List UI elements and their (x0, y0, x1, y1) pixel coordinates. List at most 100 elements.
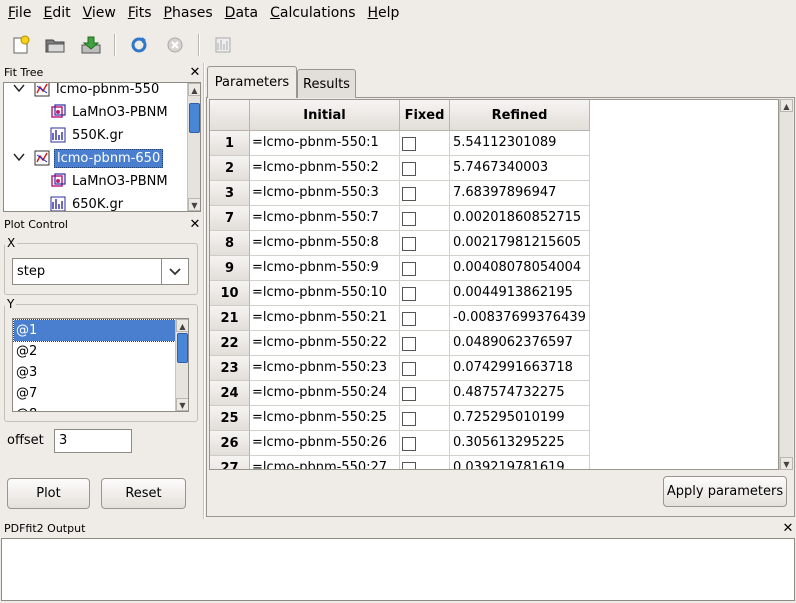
new-icon[interactable] (8, 33, 34, 57)
scroll-thumb[interactable] (189, 103, 200, 133)
menu-view[interactable]: View (77, 1, 122, 25)
table-row[interactable]: 21 =lcmo-pbnm-550:21 -0.00837699376439 (210, 306, 590, 331)
scroll-up-icon[interactable]: ▲ (176, 319, 188, 332)
plot-button[interactable]: Plot (7, 478, 90, 509)
y-list-item[interactable]: @1 (13, 319, 176, 342)
y-list-scrollbar[interactable]: ▲ ▼ (175, 319, 188, 411)
refresh-icon[interactable] (126, 33, 152, 57)
refined-cell[interactable]: 0.0044913862195 (450, 281, 590, 306)
y-list-item[interactable]: @2 (14, 341, 175, 362)
refined-cell[interactable]: 5.54112301089 (450, 131, 590, 156)
tree-item[interactable]: lcmo-pbnm-550 (12, 83, 161, 100)
initial-cell[interactable]: =lcmo-pbnm-550:2 (250, 156, 400, 181)
initial-cell[interactable]: =lcmo-pbnm-550:27 (250, 456, 400, 469)
initial-cell[interactable]: =lcmo-pbnm-550:8 (250, 231, 400, 256)
table-row[interactable]: 25 =lcmo-pbnm-550:25 0.725295010199 (210, 406, 590, 431)
row-header[interactable]: 25 (210, 406, 250, 431)
tab-results[interactable]: Results (297, 69, 356, 98)
fixed-checkbox[interactable] (402, 212, 416, 226)
initial-cell[interactable]: =lcmo-pbnm-550:22 (250, 331, 400, 356)
close-icon[interactable]: ✕ (189, 218, 201, 231)
refined-cell[interactable]: 0.00201860852715 (450, 206, 590, 231)
fixed-checkbox[interactable] (402, 412, 416, 426)
table-row[interactable]: 24 =lcmo-pbnm-550:24 0.487574732275 (210, 381, 590, 406)
fixed-checkbox[interactable] (402, 387, 416, 401)
refined-cell[interactable]: 0.00408078054004 (450, 256, 590, 281)
apply-parameters-button[interactable]: Apply parameters (663, 476, 787, 507)
table-row[interactable]: 9 =lcmo-pbnm-550:9 0.00408078054004 (210, 256, 590, 281)
table-row[interactable]: 3 =lcmo-pbnm-550:3 7.68397896947 (210, 181, 590, 206)
scroll-up-icon[interactable]: ▲ (188, 83, 200, 96)
fixed-checkbox[interactable] (402, 137, 416, 151)
row-header[interactable]: 10 (210, 281, 250, 306)
stop-icon[interactable] (162, 33, 188, 57)
row-header[interactable]: 27 (210, 456, 250, 469)
table-row[interactable]: 10 =lcmo-pbnm-550:10 0.0044913862195 (210, 281, 590, 306)
tab-parameters[interactable]: Parameters (207, 66, 297, 98)
table-row[interactable]: 8 =lcmo-pbnm-550:8 0.00217981215605 (210, 231, 590, 256)
close-icon[interactable]: ✕ (189, 66, 201, 79)
refined-cell[interactable]: 0.0489062376597 (450, 331, 590, 356)
menu-calculations[interactable]: Calculations (264, 1, 361, 25)
initial-cell[interactable]: =lcmo-pbnm-550:7 (250, 206, 400, 231)
initial-cell[interactable]: =lcmo-pbnm-550:21 (250, 306, 400, 331)
tree-item[interactable]: lcmo-pbnm-650 (12, 147, 164, 169)
row-header[interactable]: 26 (210, 431, 250, 456)
table-scrollbar[interactable]: ▲ ▼ (779, 99, 793, 470)
row-header[interactable]: 1 (210, 131, 250, 156)
row-header[interactable]: 8 (210, 231, 250, 256)
table-row[interactable]: 2 =lcmo-pbnm-550:2 5.7467340003 (210, 156, 590, 181)
scroll-down-icon[interactable]: ▼ (188, 198, 200, 211)
menu-phases[interactable]: Phases (158, 1, 219, 25)
initial-cell[interactable]: =lcmo-pbnm-550:10 (250, 281, 400, 306)
refined-cell[interactable]: 7.68397896947 (450, 181, 590, 206)
fixed-checkbox[interactable] (402, 312, 416, 326)
initial-cell[interactable]: =lcmo-pbnm-550:25 (250, 406, 400, 431)
column-header-fixed[interactable]: Fixed (400, 100, 450, 131)
menu-data[interactable]: Data (219, 1, 264, 25)
table-row[interactable]: 23 =lcmo-pbnm-550:23 0.0742991663718 (210, 356, 590, 381)
y-list[interactable]: @1@2@3@7@8 ▲ ▼ (12, 318, 189, 412)
refined-cell[interactable]: 0.039219781619 (450, 456, 590, 469)
open-icon[interactable] (42, 33, 68, 57)
tree-item[interactable]: LaMnO3-PBNM (50, 101, 170, 123)
refined-cell[interactable]: 5.7467340003 (450, 156, 590, 181)
chevron-down-icon[interactable] (161, 259, 188, 284)
x-select[interactable]: step (12, 258, 189, 285)
scroll-up-icon[interactable]: ▲ (780, 99, 793, 112)
scroll-thumb[interactable] (177, 333, 188, 363)
menu-edit[interactable]: Edit (37, 1, 76, 25)
fixed-checkbox[interactable] (402, 287, 416, 301)
fixed-checkbox[interactable] (402, 162, 416, 176)
tree-scrollbar[interactable]: ▲ ▼ (187, 83, 200, 211)
fixed-checkbox[interactable] (402, 262, 416, 276)
refined-cell[interactable]: -0.00837699376439 (450, 306, 590, 331)
parameters-table[interactable]: Initial Fixed Refined 1 =lcmo-pbnm-550:1 5… (209, 99, 779, 470)
refined-cell[interactable]: 0.0742991663718 (450, 356, 590, 381)
tree-item[interactable]: 550K.gr (50, 124, 125, 146)
y-list-item[interactable]: @7 (14, 383, 175, 404)
row-header[interactable]: 24 (210, 381, 250, 406)
row-header[interactable]: 7 (210, 206, 250, 231)
menu-help[interactable]: Help (362, 1, 406, 25)
table-row[interactable]: 1 =lcmo-pbnm-550:1 5.54112301089 (210, 131, 590, 156)
reset-button[interactable]: Reset (101, 478, 186, 509)
close-icon[interactable]: ✕ (782, 522, 794, 535)
offset-input[interactable]: 3 (54, 429, 132, 453)
tree-item[interactable]: 650K.gr (50, 193, 125, 211)
row-header[interactable]: 3 (210, 181, 250, 206)
row-header[interactable]: 23 (210, 356, 250, 381)
expand-arrow-icon[interactable] (12, 83, 26, 97)
fit-tree[interactable]: lcmo-pbnm-550 LaMnO3-PBNM 550K.gr lcmo-pbnm… (3, 82, 201, 212)
menu-file[interactable]: File (2, 1, 37, 25)
refined-cell[interactable]: 0.00217981215605 (450, 231, 590, 256)
fixed-checkbox[interactable] (402, 437, 416, 451)
initial-cell[interactable]: =lcmo-pbnm-550:9 (250, 256, 400, 281)
table-row[interactable]: 7 =lcmo-pbnm-550:7 0.00201860852715 (210, 206, 590, 231)
scroll-down-icon[interactable]: ▼ (176, 398, 188, 411)
fixed-checkbox[interactable] (402, 337, 416, 351)
row-header[interactable]: 21 (210, 306, 250, 331)
plot-icon[interactable] (210, 33, 236, 57)
scroll-down-icon[interactable]: ▼ (780, 457, 793, 470)
refined-cell[interactable]: 0.305613295225 (450, 431, 590, 456)
